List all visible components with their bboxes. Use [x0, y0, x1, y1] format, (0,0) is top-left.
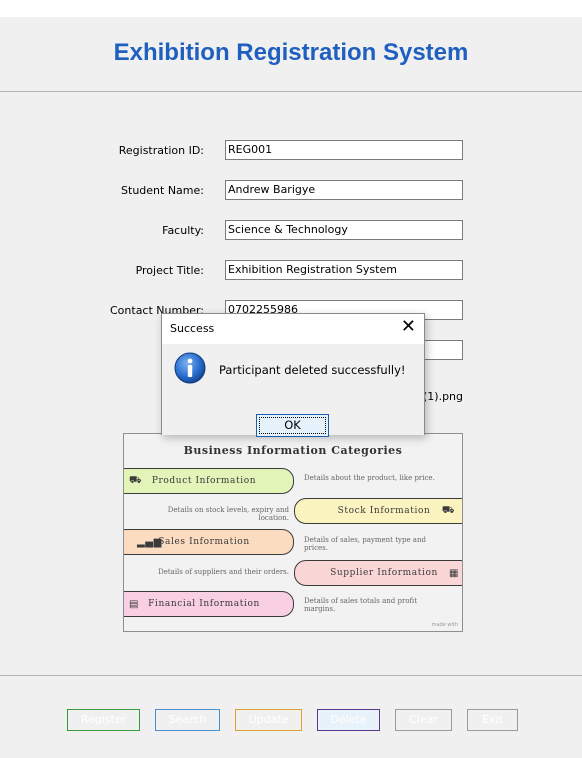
registration-id-field[interactable]: REG001: [225, 140, 463, 160]
preview-item-financial: ▤ Financial Information: [124, 591, 294, 617]
preview-watermark: made with: [431, 622, 458, 628]
preview-item-label: Supplier Information: [330, 568, 438, 578]
preview-item-label: Product Information: [151, 476, 257, 486]
preview-note-sales: Details of sales, payment type and price…: [304, 536, 426, 552]
dialog-message: Participant deleted successfully!: [219, 363, 406, 377]
close-icon[interactable]: ✕: [401, 317, 416, 337]
ok-button[interactable]: OK: [256, 414, 329, 437]
header-divider: [0, 91, 582, 92]
faculty-field[interactable]: Science & Technology: [225, 220, 463, 240]
project-image-preview: Business Information Categories ⛟ Produc…: [123, 433, 463, 632]
cart-icon: ⛟: [129, 474, 143, 486]
app-window: Exhibition Registration System Registrat…: [0, 17, 582, 758]
preview-item-stock: Stock Information ⛟: [294, 498, 462, 524]
success-dialog: Success ✕ Participant deleted successful…: [161, 313, 425, 437]
dialog-titlebar: Success ✕: [162, 314, 424, 344]
preview-note-product: Details about the product, like price.: [304, 474, 435, 482]
register-button[interactable]: Register: [67, 709, 140, 731]
info-icon: [174, 352, 206, 384]
dialog-title: Success: [170, 322, 215, 335]
project-title-label: Project Title:: [135, 264, 204, 277]
update-button[interactable]: Update: [235, 709, 302, 731]
project-title-field[interactable]: Exhibition Registration System: [225, 260, 463, 280]
preview-title: Business Information Categories: [183, 444, 403, 457]
student-name-label: Student Name:: [121, 184, 204, 197]
page-title: Exhibition Registration System: [113, 39, 469, 66]
truck-icon: ⛟: [441, 504, 455, 516]
factory-icon: ▦: [448, 567, 459, 579]
bar-chart-icon: ▂▄▆: [137, 536, 162, 548]
registration-id-label: Registration ID:: [118, 144, 204, 157]
delete-button[interactable]: Delete: [317, 709, 380, 731]
student-name-field[interactable]: Andrew Barigye: [225, 180, 463, 200]
preview-note-financial: Details of sales totals and profit margi…: [304, 597, 418, 613]
clear-button[interactable]: Clear: [395, 709, 452, 731]
money-icon: ▤: [129, 598, 140, 610]
preview-item-sales: ▂▄▆ Sales Information: [124, 529, 294, 555]
preview-item-label: Financial Information: [148, 599, 260, 609]
preview-item-product: ⛟ Product Information: [124, 468, 294, 494]
footer-divider: [0, 675, 582, 676]
faculty-label: Faculty:: [162, 224, 204, 237]
preview-note-stock: Details on stock levels, expiry and loca…: [167, 506, 289, 522]
preview-note-supplier: Details of suppliers and their orders.: [158, 568, 289, 576]
preview-item-supplier: Supplier Information ▦: [294, 560, 462, 586]
search-button[interactable]: Search: [155, 709, 220, 731]
preview-item-label: Stock Information: [337, 506, 431, 516]
exit-button[interactable]: Exit: [467, 709, 518, 731]
preview-item-label: Sales Information: [158, 537, 250, 547]
